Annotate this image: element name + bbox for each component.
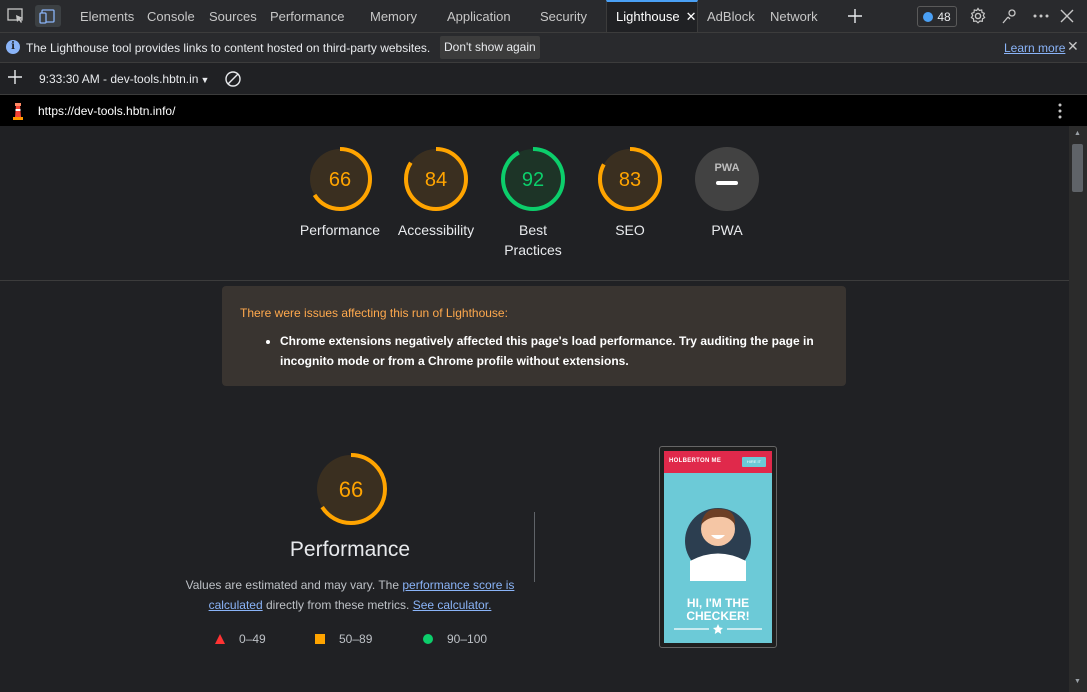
gauge-label: Performance: [299, 222, 381, 238]
performance-score: 66: [339, 477, 363, 502]
tab-lighthouse[interactable]: Lighthouse ✕: [606, 0, 698, 32]
triangle-icon: [215, 634, 225, 644]
circle-icon: [423, 634, 433, 644]
gauge-score: 84: [425, 169, 447, 191]
report-time-label: 9:33:30 AM - dev-tools.hbtn.in: [39, 72, 199, 86]
close-tab-icon[interactable]: ✕: [686, 9, 697, 24]
issues-count: 48: [937, 9, 951, 24]
learn-more-link[interactable]: Learn more: [1004, 41, 1065, 55]
more-options-icon[interactable]: [1029, 5, 1053, 27]
report-selector[interactable]: 9:33:30 AM - dev-tools.hbtn.in ▼: [39, 72, 209, 86]
gauge-score: 92: [522, 169, 544, 191]
tab-application[interactable]: Application: [447, 0, 511, 32]
tab-security[interactable]: Security: [540, 0, 587, 32]
square-icon: [315, 634, 325, 644]
lighthouse-report: 66 Performance 84 Accessibility 92 Best …: [0, 126, 1069, 692]
gauge-ring: 83: [598, 147, 662, 211]
clear-reports-icon[interactable]: [224, 70, 242, 91]
gauge-performance[interactable]: 66 Performance: [290, 146, 390, 240]
issues-counter-button[interactable]: 48: [917, 6, 957, 27]
tab-adblock[interactable]: AdBlock: [707, 0, 755, 32]
new-report-plus-icon[interactable]: [7, 69, 23, 88]
report-toolbar: 9:33:30 AM - dev-tools.hbtn.in ▼: [0, 63, 1087, 95]
gauge-best-practices[interactable]: 92 Best Practices: [483, 146, 583, 260]
tab-console[interactable]: Console: [147, 0, 195, 32]
gauge-score: 66: [329, 169, 351, 191]
legend-range: 0–49: [239, 632, 266, 646]
lighthouse-logo-icon: [11, 102, 25, 123]
pwa-badge-text: PWA: [714, 162, 739, 174]
scroll-up-icon[interactable]: ▲: [1074, 130, 1081, 137]
pwa-badge-icon: PWA: [695, 147, 759, 211]
gauge-pwa[interactable]: PWA PWA: [677, 146, 777, 240]
vertical-scrollbar[interactable]: ▲ ▼: [1069, 126, 1087, 692]
report-menu-icon[interactable]: [1058, 103, 1062, 122]
report-url-bar: https://dev-tools.hbtn.info/: [0, 95, 1087, 126]
close-devtools-icon[interactable]: [1055, 5, 1079, 27]
final-screenshot[interactable]: HOLBERTON ME HIRE IT HI, I'M THE CHECKER…: [659, 446, 777, 648]
info-message: The Lighthouse tool provides links to co…: [26, 41, 431, 55]
screenshot-screen: HOLBERTON ME HIRE IT HI, I'M THE CHECKER…: [664, 451, 772, 643]
gauge-seo[interactable]: 83 SEO: [580, 146, 680, 240]
section-divider: [534, 512, 535, 582]
settings-gear-icon[interactable]: [966, 5, 990, 27]
performance-title: Performance: [289, 538, 411, 561]
more-tools-plus-icon[interactable]: [843, 5, 867, 27]
run-warnings: There were issues affecting this run of …: [222, 286, 846, 386]
legend-average: 50–89: [315, 632, 372, 646]
tab-performance[interactable]: Performance: [270, 0, 344, 32]
gauge-label: SEO: [615, 222, 645, 238]
desc-prefix: Values are estimated and may vary. The: [185, 578, 403, 592]
see-calculator-link[interactable]: See calculator.: [413, 598, 492, 612]
gauge-ring: 66: [308, 147, 372, 211]
devtools-tabbar: Elements Console Sources Performance Mem…: [0, 0, 1087, 33]
tab-memory[interactable]: Memory: [370, 0, 417, 32]
legend-range: 90–100: [447, 632, 488, 646]
info-bar: i The Lighthouse tool provides links to …: [0, 33, 1087, 63]
dont-show-again-button[interactable]: Don't show again: [440, 36, 540, 59]
desc-mid: directly from these metrics.: [262, 598, 413, 612]
category-gauges: 66 Performance 84 Accessibility 92 Best …: [0, 126, 1069, 281]
tab-sources[interactable]: Sources: [209, 0, 257, 32]
close-infobar-icon[interactable]: ✕: [1067, 38, 1079, 55]
gauge-score: 83: [619, 169, 641, 191]
tab-lighthouse-label: Lighthouse: [616, 9, 680, 24]
warning-item: Chrome extensions negatively affected th…: [280, 331, 830, 371]
customize-icon[interactable]: [998, 5, 1022, 27]
screenshot-headline: HI, I'M THE CHECKER!: [686, 596, 750, 623]
issues-icon: [923, 11, 934, 22]
info-icon: i: [6, 40, 20, 54]
legend-fail: 0–49: [215, 632, 266, 646]
device-toolbar-icon[interactable]: [35, 5, 61, 27]
inspect-element-icon[interactable]: [4, 5, 28, 27]
tab-elements[interactable]: Elements: [80, 0, 134, 32]
gauge-label: Accessibility: [397, 222, 475, 238]
gauge-ring: 84: [404, 147, 468, 211]
legend-pass: 90–100: [423, 632, 487, 646]
performance-description: Values are estimated and may vary. The p…: [180, 575, 520, 615]
performance-gauge-ring: 66: [315, 453, 387, 525]
warning-title: There were issues affecting this run of …: [240, 306, 508, 320]
scrollbar-thumb[interactable]: [1072, 144, 1083, 192]
tab-network[interactable]: Network: [770, 0, 818, 32]
scroll-down-icon[interactable]: ▼: [1074, 678, 1081, 685]
gauge-label: Best Practices: [504, 222, 562, 258]
report-url[interactable]: https://dev-tools.hbtn.info/: [38, 104, 175, 118]
performance-gauge: 66: [314, 452, 388, 531]
dropdown-arrow-icon: ▼: [200, 75, 210, 85]
gauge-accessibility[interactable]: 84 Accessibility: [386, 146, 486, 240]
gauge-ring: 92: [501, 147, 565, 211]
legend-range: 50–89: [339, 632, 373, 646]
gauge-label: PWA: [711, 222, 743, 238]
